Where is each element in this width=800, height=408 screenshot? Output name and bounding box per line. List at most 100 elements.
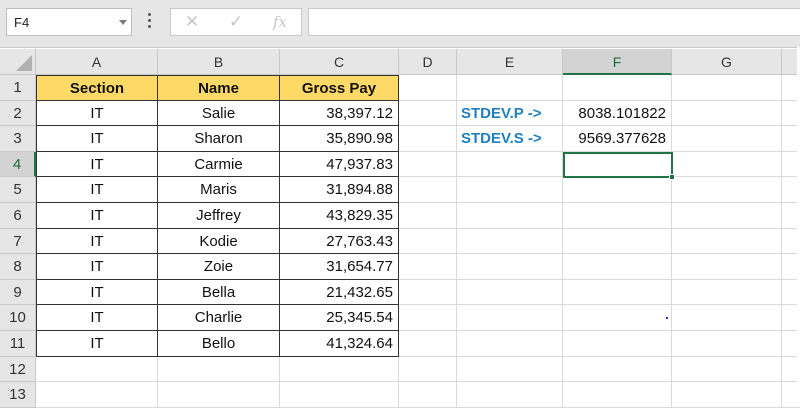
cell[interactable] [280,356,399,383]
table-cell-section[interactable]: IT [36,254,158,280]
cancel-icon[interactable]: ✕ [179,11,205,33]
table-cell-name[interactable]: Bello [158,331,280,357]
row-header-5[interactable]: 5 [0,177,36,203]
cell[interactable] [457,75,563,101]
column-header-e[interactable]: E [457,49,563,75]
cell[interactable] [672,126,782,152]
active-cell-selection[interactable] [563,151,673,179]
table-cell-gross-pay[interactable]: 41,324.64 [280,331,399,357]
stdev-value[interactable]: 9569.377628 [563,126,672,152]
cell[interactable] [672,177,782,203]
cell[interactable] [563,356,672,383]
column-header-f[interactable]: F [563,49,672,75]
row-header-12[interactable]: 12 [0,356,36,383]
table-cell-gross-pay[interactable]: 21,432.65 [280,279,399,306]
table-cell-section[interactable]: IT [36,228,158,255]
table-cell-section[interactable]: IT [36,126,158,152]
cell[interactable] [563,305,672,331]
column-header-g[interactable]: G [672,49,782,75]
cell[interactable] [563,203,672,229]
table-cell-section[interactable]: IT [36,203,158,229]
cell[interactable] [672,305,782,331]
cell[interactable] [672,279,782,306]
table-cell-name[interactable]: Sharon [158,126,280,152]
cell[interactable] [457,177,563,203]
column-header-d[interactable]: D [399,49,457,75]
table-cell-gross-pay[interactable]: 31,894.88 [280,177,399,203]
cell[interactable] [457,331,563,357]
table-cell-gross-pay[interactable]: 27,763.43 [280,228,399,255]
enter-icon[interactable]: ✓ [223,11,249,33]
cell[interactable] [399,151,457,178]
cell[interactable] [457,305,563,331]
row-header-8[interactable]: 8 [0,254,36,280]
cell[interactable] [672,331,782,357]
cell[interactable] [457,151,563,178]
insert-function-icon[interactable]: fx [267,11,293,33]
cell[interactable] [399,75,457,101]
table-cell-name[interactable]: Zoie [158,254,280,280]
cell[interactable] [672,100,782,127]
table-cell-gross-pay[interactable]: 38,397.12 [280,100,399,127]
cell[interactable] [563,279,672,306]
row-header-4[interactable]: 4 [0,151,36,178]
cell[interactable] [672,151,782,178]
cell[interactable] [36,356,158,383]
cell[interactable] [457,382,563,408]
table-cell-name[interactable]: Jeffrey [158,203,280,229]
table-cell-name[interactable]: Maris [158,177,280,203]
cell[interactable] [399,279,457,306]
cell[interactable] [563,228,672,255]
cell[interactable] [158,356,280,383]
row-header-10[interactable]: 10 [0,305,36,331]
stdev-value[interactable]: 8038.101822 [563,100,672,127]
cell[interactable] [158,382,280,408]
row-header-7[interactable]: 7 [0,228,36,255]
table-cell-gross-pay[interactable]: 47,937.83 [280,151,399,178]
row-header-9[interactable]: 9 [0,279,36,306]
cell[interactable] [280,382,399,408]
stdev-label[interactable]: STDEV.S -> [457,126,563,152]
table-header-section[interactable]: Section [36,75,158,101]
table-cell-name[interactable]: Bella [158,279,280,306]
cell[interactable] [563,177,672,203]
table-cell-gross-pay[interactable]: 35,890.98 [280,126,399,152]
table-cell-name[interactable]: Kodie [158,228,280,255]
table-cell-section[interactable]: IT [36,331,158,357]
row-header-1[interactable]: 1 [0,75,36,101]
name-box[interactable]: F4 [6,8,132,36]
cell[interactable] [399,254,457,280]
cell[interactable] [399,100,457,127]
cell[interactable] [563,382,672,408]
cell[interactable] [672,254,782,280]
row-header-6[interactable]: 6 [0,203,36,229]
column-header-b[interactable]: B [158,49,280,75]
table-cell-section[interactable]: IT [36,100,158,127]
cell[interactable] [399,331,457,357]
table-cell-section[interactable]: IT [36,305,158,331]
cell[interactable] [399,126,457,152]
row-header-11[interactable]: 11 [0,331,36,357]
cell[interactable] [563,254,672,280]
table-cell-name[interactable]: Carmie [158,151,280,178]
cell[interactable] [672,356,782,383]
select-all-button[interactable] [0,49,36,75]
table-cell-name[interactable]: Charlie [158,305,280,331]
cell[interactable] [399,382,457,408]
cell[interactable] [563,75,672,101]
formula-input[interactable] [308,8,800,36]
table-header-gross-pay[interactable]: Gross Pay [280,75,399,101]
column-header-a[interactable]: A [36,49,158,75]
cell[interactable] [457,203,563,229]
table-header-name[interactable]: Name [158,75,280,101]
table-cell-gross-pay[interactable]: 31,654.77 [280,254,399,280]
stdev-label[interactable]: STDEV.P -> [457,100,563,127]
cell[interactable] [672,75,782,101]
row-header-3[interactable]: 3 [0,126,36,152]
cell[interactable] [399,305,457,331]
table-cell-section[interactable]: IT [36,177,158,203]
table-cell-gross-pay[interactable]: 43,829.35 [280,203,399,229]
cell[interactable] [399,356,457,383]
cell[interactable] [399,228,457,255]
more-options-icon[interactable] [148,13,152,31]
